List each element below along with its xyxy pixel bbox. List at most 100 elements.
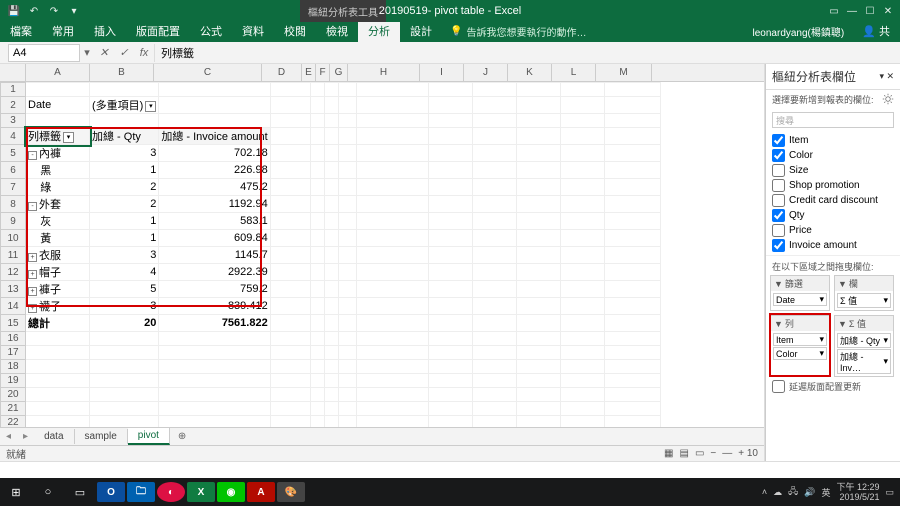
add-sheet-icon[interactable]: ⊕ [170, 429, 194, 444]
field-checkbox[interactable] [772, 239, 785, 252]
cell[interactable]: -內褲 [26, 145, 90, 162]
paint-app-icon[interactable]: 🎨 [277, 482, 305, 502]
task-view-icon[interactable]: ▭ [64, 478, 96, 506]
minimize-icon[interactable]: — [846, 5, 858, 17]
row-header[interactable]: 20 [1, 388, 26, 402]
ribbon-tab-分析[interactable]: 分析 [358, 20, 400, 42]
row-header[interactable]: 17 [1, 346, 26, 360]
field-invoice-amount[interactable]: Invoice amount [770, 238, 896, 253]
col-header[interactable]: I [420, 64, 464, 81]
tray-notifications-icon[interactable]: ▭ [885, 487, 894, 498]
cell[interactable]: +帽子 [26, 264, 90, 281]
field-size[interactable]: Size [770, 163, 896, 178]
chevron-down-icon[interactable]: ▾ [819, 334, 824, 345]
cell[interactable]: 加總 - Invoice amount [159, 128, 270, 145]
zone-item[interactable]: 加總 - Inv…▾ [837, 349, 891, 374]
row-header[interactable]: 12 [1, 264, 26, 281]
start-button[interactable]: ⊞ [0, 478, 32, 506]
row-header[interactable]: 8 [1, 196, 26, 213]
outlook-app-icon[interactable]: O [97, 482, 125, 502]
row-header[interactable]: 15 [1, 315, 26, 332]
cell[interactable]: 1192.94 [159, 196, 270, 213]
tray-cloud-icon[interactable]: ☁ [773, 487, 782, 498]
sheet-tab-sample[interactable]: sample [75, 429, 128, 444]
row-header[interactable]: 11 [1, 247, 26, 264]
tray-network-icon[interactable]: 🖧 [788, 484, 798, 500]
chevron-down-icon[interactable]: ▾ [883, 335, 888, 346]
col-header[interactable]: H [348, 64, 420, 81]
col-header[interactable]: L [552, 64, 596, 81]
cell[interactable]: 609.84 [159, 230, 270, 247]
col-header[interactable]: F [316, 64, 330, 81]
cell[interactable]: 列標籤▾ [26, 128, 90, 145]
cell[interactable]: 1145.7 [159, 247, 270, 264]
field-checkbox[interactable] [772, 149, 785, 162]
chevron-down-icon[interactable]: ▾ [819, 348, 824, 359]
expand-icon[interactable]: + [28, 270, 37, 279]
row-header[interactable]: 4 [1, 128, 26, 145]
ribbon-tab-檔案[interactable]: 檔案 [0, 20, 42, 42]
line-app-icon[interactable]: ◉ [217, 482, 245, 502]
field-qty[interactable]: Qty [770, 208, 896, 223]
cell[interactable]: 583.1 [159, 213, 270, 230]
ribbon-tab-檢視[interactable]: 檢視 [316, 20, 358, 42]
field-checkbox[interactable] [772, 224, 785, 237]
gear-icon[interactable] [882, 93, 894, 105]
cell[interactable]: 3 [90, 145, 159, 162]
expand-icon[interactable]: + [28, 253, 37, 262]
field-checkbox[interactable] [772, 134, 785, 147]
maximize-icon[interactable]: ☐ [864, 5, 876, 17]
tray-clock[interactable]: 下午 12:29 2019/5/21 [836, 482, 879, 502]
cell[interactable]: 226.98 [159, 162, 270, 179]
zone-values[interactable]: ▼Σ 值加總 - Qty▾加總 - Inv…▾ [834, 315, 894, 377]
tab-scroll-right-icon[interactable]: ▸ [17, 431, 34, 442]
zone-item[interactable]: Color▾ [773, 347, 827, 360]
zoom-slider[interactable]: — [722, 448, 732, 459]
formula-bar[interactable]: 列標籤 [154, 44, 900, 62]
col-header[interactable]: M [596, 64, 652, 81]
zone-item[interactable]: Date▾ [773, 293, 827, 306]
share-button[interactable]: 👤 共 [852, 20, 900, 42]
expand-icon[interactable]: + [28, 287, 37, 296]
view-normal-icon[interactable]: ▦ [664, 448, 673, 459]
zone-columns[interactable]: ▼欄Σ 值▾ [834, 275, 894, 311]
zone-item[interactable]: 加總 - Qty▾ [837, 333, 891, 348]
row-header[interactable]: 13 [1, 281, 26, 298]
search-icon[interactable]: ○ [32, 478, 64, 506]
fields-pane-close-icon[interactable]: ▾ ✕ [879, 71, 894, 82]
cell[interactable]: 加總 - Qty [90, 128, 159, 145]
cancel-formula-icon[interactable]: ✕ [94, 46, 114, 59]
tell-me[interactable]: 💡告訴我您想要執行的動作… [442, 21, 594, 42]
zone-rows[interactable]: ▼列Item▾Color▾ [770, 315, 830, 377]
chevron-down-icon[interactable]: ▾ [819, 294, 824, 305]
cell[interactable]: 2 [90, 196, 159, 213]
cell[interactable]: 759.2 [159, 281, 270, 298]
cell[interactable]: +襪子 [26, 298, 90, 315]
name-box[interactable]: A4 [8, 44, 80, 62]
ribbon-tab-公式[interactable]: 公式 [190, 20, 232, 42]
defer-layout-checkbox[interactable] [772, 380, 785, 393]
ribbon-tab-資料[interactable]: 資料 [232, 20, 274, 42]
field-checkbox[interactable] [772, 194, 785, 207]
cell[interactable]: -外套 [26, 196, 90, 213]
chrome-app-icon[interactable]: ◐ [157, 482, 185, 502]
row-header[interactable]: 6 [1, 162, 26, 179]
ribbon-tab-插入[interactable]: 插入 [84, 20, 126, 42]
col-header[interactable]: B [90, 64, 154, 81]
tray-ime[interactable]: 英 [821, 486, 830, 499]
expand-icon[interactable]: - [28, 202, 37, 211]
cell[interactable]: 黃 [26, 230, 90, 247]
cell[interactable]: 黑 [26, 162, 90, 179]
cell[interactable]: 綠 [26, 179, 90, 196]
zone-filters[interactable]: ▼篩選Date▾ [770, 275, 830, 311]
field-checkbox[interactable] [772, 209, 785, 222]
row-header[interactable]: 16 [1, 332, 26, 346]
ribbon-options-icon[interactable]: ▭ [828, 5, 840, 17]
undo-icon[interactable]: ↶ [28, 5, 40, 17]
acrobat-app-icon[interactable]: A [247, 482, 275, 502]
col-header[interactable]: J [464, 64, 508, 81]
field-credit-card-discount[interactable]: Credit card discount [770, 193, 896, 208]
chevron-down-icon[interactable]: ▾ [883, 356, 888, 367]
excel-app-icon[interactable]: X [187, 482, 215, 502]
row-header[interactable]: 21 [1, 402, 26, 416]
